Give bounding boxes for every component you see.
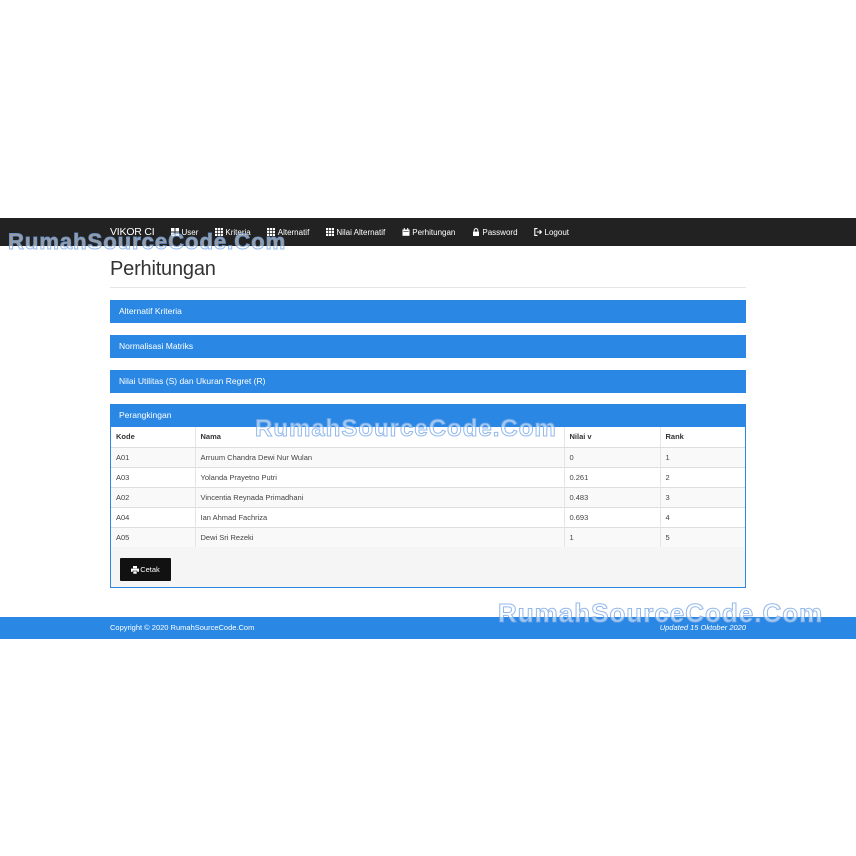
cell-kode: A02 (111, 486, 195, 507)
cell-nama: Dewi Sri Rezeki (194, 526, 564, 547)
table-row: A03 Yolanda Prayetno Putri 0.261 2 (111, 466, 745, 487)
cell-kode: A03 (111, 466, 195, 487)
panel-alternatif-kriteria[interactable]: Alternatif Kriteria (110, 300, 746, 323)
cell-rank: 4 (659, 506, 745, 527)
panel-nilai-utilitas[interactable]: Nilai Utilitas (S) dan Ukuran Regret (R) (110, 370, 746, 393)
cell-kode: A01 (111, 446, 195, 467)
print-button[interactable]: Cetak (120, 558, 171, 581)
page-title: Perhitungan (110, 258, 216, 280)
cell-nilai-v: 0.483 (563, 486, 660, 507)
cell-kode: A05 (111, 526, 195, 547)
nav-item-logout[interactable]: Logout (534, 228, 569, 237)
print-icon (131, 565, 140, 574)
watermark-text: RumahSourceCode.Com (7, 229, 287, 255)
cell-nilai-v: 1 (563, 526, 660, 547)
panel-normalisasi-matriks[interactable]: Normalisasi Matriks (110, 335, 746, 358)
cell-rank: 5 (659, 526, 745, 547)
nav-item-label: Nilai Alternatif (336, 227, 386, 237)
cell-rank: 1 (659, 446, 745, 467)
table-row: A04 Ian Ahmad Fachriza 0.693 4 (111, 506, 745, 527)
watermark-text: RumahSourceCode.Com (255, 415, 557, 443)
column-header-rank: Rank (659, 427, 745, 448)
column-header-nilai-v: Nilai v (563, 427, 660, 448)
nav-item-label: Logout (544, 227, 569, 237)
table-row: A02 Vincentia Reynada Primadhani 0.483 3 (111, 486, 745, 507)
cell-kode: A04 (111, 506, 195, 527)
table-row: A01 Arruum Chandra Dewi Nur Wulan 0 1 (111, 446, 745, 467)
cell-nilai-v: 0.261 (563, 466, 660, 487)
perangkingan-panel-body: Kode Nama Nilai v Rank A01 Arruum Chandr… (110, 427, 746, 588)
watermark-text: RumahSourceCode.Com (497, 598, 824, 629)
nav-item-nilai-alternatif[interactable]: Nilai Alternatif (325, 228, 385, 237)
cell-nama: Vincentia Reynada Primadhani (194, 486, 564, 507)
title-divider (110, 287, 746, 288)
cell-rank: 2 (659, 466, 745, 487)
nav-item-label: Password (482, 227, 518, 237)
print-button-label: Cetak (140, 565, 160, 574)
calendar-icon (401, 228, 410, 237)
column-header-kode: Kode (111, 427, 195, 448)
cell-nilai-v: 0.693 (563, 506, 660, 527)
table-row: A05 Dewi Sri Rezeki 1 5 (111, 526, 745, 547)
cell-rank: 3 (659, 486, 745, 507)
footer-copyright: Copyright © 2020 RumahSourceCode.Com (110, 623, 255, 632)
nav-item-password[interactable]: Password (471, 227, 518, 237)
nav-item-perhitungan[interactable]: Perhitungan (401, 228, 455, 237)
lock-icon (471, 228, 480, 237)
cell-nama: Arruum Chandra Dewi Nur Wulan (194, 446, 564, 467)
logout-icon (534, 228, 543, 237)
cell-nilai-v: 0 (563, 446, 660, 467)
grid-icon (325, 228, 334, 237)
cell-nama: Ian Ahmad Fachriza (194, 506, 564, 527)
nav-item-label: Perhitungan (412, 227, 456, 237)
ranking-table: Kode Nama Nilai v Rank A01 Arruum Chandr… (111, 427, 745, 547)
cell-nama: Yolanda Prayetno Putri (194, 466, 564, 487)
